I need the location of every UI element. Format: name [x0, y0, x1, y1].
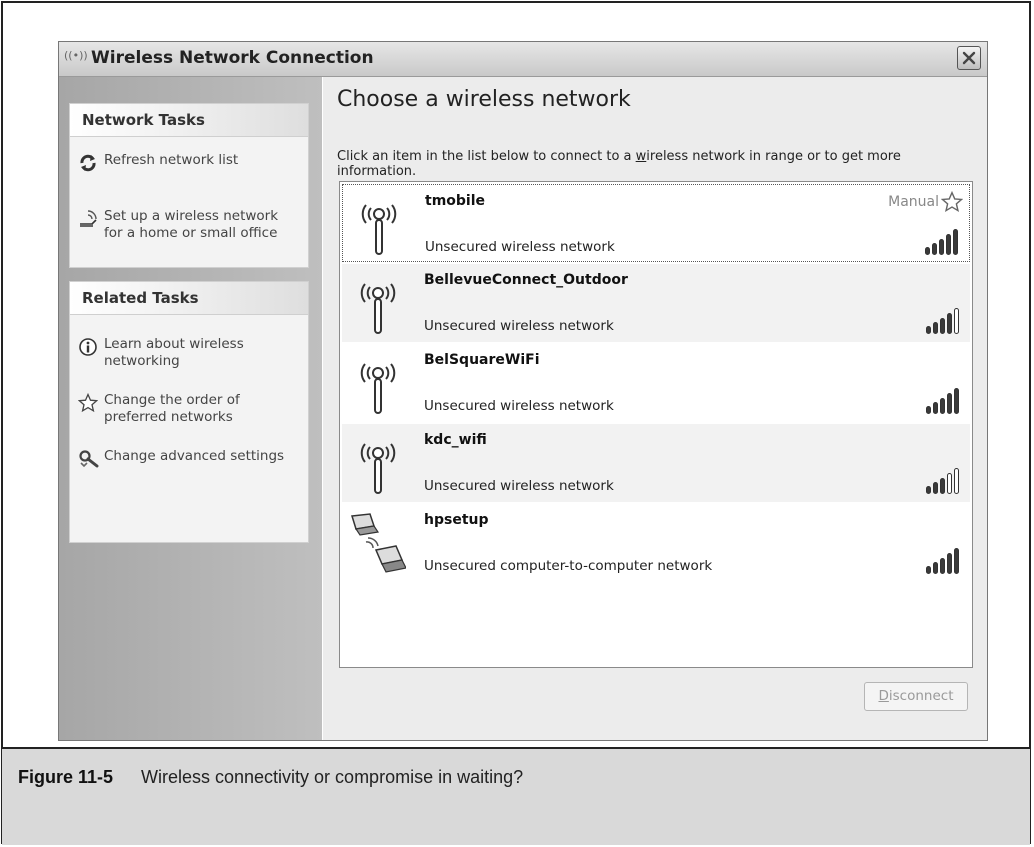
signal-bar — [933, 482, 938, 494]
network-tasks-heading: Network Tasks — [70, 104, 308, 137]
instructions-text: Click an item in the list below to conne… — [337, 149, 957, 179]
signal-bar — [940, 318, 945, 334]
signal-strength-icon — [926, 388, 962, 414]
refresh-icon — [78, 153, 104, 177]
wireless-network-window: ((•)) Wireless Network Connection Networ… — [58, 41, 988, 741]
settings-icon — [78, 449, 104, 473]
signal-strength-icon — [925, 229, 961, 255]
signal-bar — [926, 406, 931, 414]
task-learn-wireless[interactable]: Learn about wireless networking — [78, 336, 300, 370]
figure-number: Figure 11-5 — [18, 767, 114, 787]
network-name: kdc_wifi — [424, 432, 487, 448]
signal-bar — [947, 553, 952, 574]
network-name: BelSquareWiFi — [424, 352, 540, 368]
main-pane: Choose a wireless network Click an item … — [323, 77, 987, 740]
signal-bar — [947, 393, 952, 414]
network-row[interactable]: kdc_wifi Unsecured wireless network — [342, 424, 970, 502]
setup-wireless-icon — [78, 209, 104, 233]
signal-bar — [954, 548, 959, 574]
close-icon — [962, 51, 976, 65]
network-security-status: Unsecured wireless network — [425, 239, 615, 255]
signal-bar — [933, 402, 938, 414]
task-change-order[interactable]: Change the order of preferred networks — [77, 392, 300, 426]
page-title: Choose a wireless network — [337, 87, 631, 112]
manual-badge: Manual — [888, 194, 939, 210]
window-title: Wireless Network Connection — [91, 48, 374, 68]
network-security-status: Unsecured wireless network — [424, 478, 614, 494]
signal-bar — [926, 486, 931, 494]
network-row[interactable]: BelSquareWiFi Unsecured wireless network — [342, 344, 970, 422]
network-row[interactable]: hpsetup Unsecured computer-to-computer ne… — [342, 504, 970, 582]
wireless-title-icon: ((•)) — [64, 49, 88, 62]
wireless-antenna-icon — [357, 199, 401, 259]
network-name: hpsetup — [424, 512, 489, 528]
wireless-antenna-icon — [356, 278, 400, 338]
task-label: Change advanced settings — [104, 448, 285, 464]
signal-bar — [925, 247, 930, 255]
task-change-advanced-settings[interactable]: Change advanced settings — [78, 448, 300, 473]
figure-caption: Figure 11-5 Wireless connectivity or com… — [2, 747, 1030, 845]
signal-bar — [933, 562, 938, 574]
signal-bar — [939, 239, 944, 255]
network-tasks-panel: Network Tasks Refresh network list Set u… — [69, 103, 309, 268]
signal-bar — [933, 322, 938, 334]
signal-bar — [940, 478, 945, 494]
task-label: Refresh network list — [104, 152, 239, 168]
signal-bar — [954, 308, 959, 334]
related-tasks-panel: Related Tasks Learn about wireless netwo… — [69, 281, 309, 543]
network-row[interactable]: BellevueConnect_Outdoor Unsecured wireles… — [342, 264, 970, 342]
signal-bar — [946, 234, 951, 255]
signal-bar — [926, 326, 931, 334]
network-security-status: Unsecured wireless network — [424, 318, 614, 334]
disconnect-label: isconnect — [888, 688, 954, 704]
instructions-mnemonic: w — [635, 149, 647, 164]
related-tasks-heading: Related Tasks — [70, 282, 308, 315]
disconnect-button[interactable]: Disconnect — [864, 682, 968, 711]
network-row[interactable]: tmobile Unsecured wireless network Manual — [342, 184, 970, 262]
network-list[interactable]: tmobile Unsecured wireless network Manual B… — [339, 181, 973, 668]
network-security-status: Unsecured computer-to-computer network — [424, 558, 713, 574]
close-button[interactable] — [957, 46, 981, 70]
network-name: BellevueConnect_Outdoor — [424, 272, 628, 288]
computer-to-computer-icon — [350, 512, 407, 576]
wireless-antenna-icon — [356, 358, 400, 418]
signal-bar — [954, 388, 959, 414]
signal-strength-icon — [926, 468, 962, 494]
signal-bar — [940, 558, 945, 574]
signal-bar — [932, 243, 937, 255]
task-label: Learn about wireless networking — [104, 336, 244, 369]
signal-bar — [940, 398, 945, 414]
task-label: Set up a wireless network for a home or … — [104, 208, 279, 241]
wireless-antenna-icon — [356, 438, 400, 498]
network-name: tmobile — [425, 193, 486, 209]
instructions-part: Click an item in the list below to conne… — [337, 149, 636, 164]
task-setup-wireless-network[interactable]: Set up a wireless network for a home or … — [78, 208, 300, 242]
info-icon — [78, 337, 104, 361]
figure-caption-text: Wireless connectivity or compromise in w… — [141, 767, 524, 787]
signal-bar — [947, 473, 952, 494]
title-bar[interactable]: ((•)) Wireless Network Connection — [59, 42, 987, 77]
signal-bar — [947, 313, 952, 334]
signal-bar — [953, 229, 958, 255]
preferred-star-icon — [940, 190, 964, 217]
signal-bar — [926, 566, 931, 574]
disconnect-mnemonic: D — [878, 688, 889, 704]
sidebar: Network Tasks Refresh network list Set u… — [59, 77, 322, 740]
signal-strength-icon — [926, 308, 962, 334]
task-refresh-network-list[interactable]: Refresh network list — [78, 152, 300, 177]
task-label: Change the order of preferred networks — [104, 392, 240, 425]
signal-bar — [954, 468, 959, 494]
network-security-status: Unsecured wireless network — [424, 398, 614, 414]
signal-strength-icon — [926, 548, 962, 574]
star-icon — [77, 392, 104, 417]
